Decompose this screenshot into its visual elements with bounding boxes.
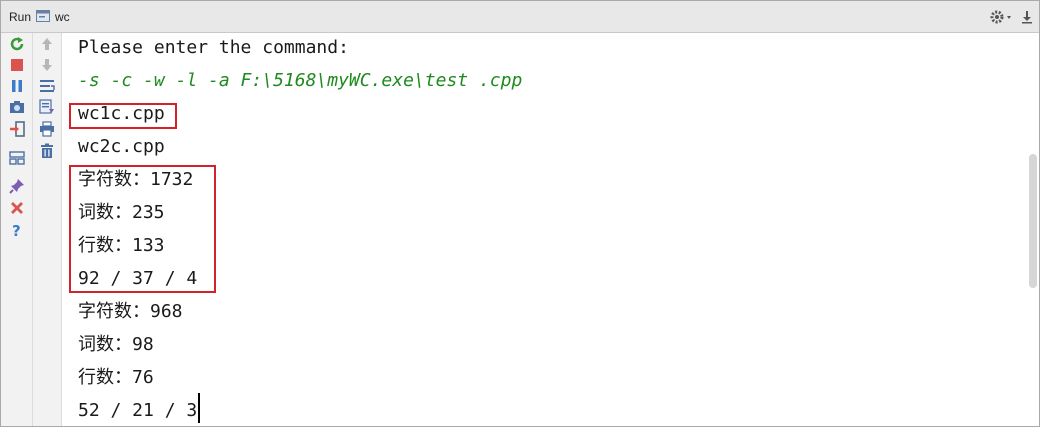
console-actions-toolbar (33, 33, 62, 426)
print-icon[interactable] (39, 121, 55, 137)
layout-icon[interactable] (9, 150, 25, 166)
pause-icon[interactable] (9, 78, 25, 94)
run-config-icon (36, 10, 50, 22)
tool-window-header: Run wc (1, 1, 1039, 33)
highlight-box-filename (69, 103, 177, 129)
console-line: Please enter the command: (78, 37, 349, 58)
run-label: Run (9, 10, 32, 24)
console-line: 词数：98 (78, 334, 154, 355)
stop-icon[interactable] (9, 57, 25, 73)
svg-text:?: ? (12, 222, 21, 238)
camera-icon[interactable] (9, 99, 25, 115)
console-input-line: -s -c -w -l -a F:\5168\myWC.exe\test .cp… (78, 70, 523, 91)
rerun-icon[interactable] (9, 36, 25, 52)
gear-icon[interactable] (989, 9, 1015, 25)
soft-wrap-icon[interactable] (39, 78, 55, 94)
console-line: 行数：76 (78, 367, 154, 388)
console-line: wc2c.cpp (78, 136, 165, 157)
vertical-scrollbar[interactable] (1027, 33, 1039, 426)
scroll-to-end-icon[interactable] (39, 99, 55, 115)
close-icon[interactable] (9, 200, 25, 216)
up-arrow-icon[interactable] (39, 36, 55, 52)
scrollbar-thumb[interactable] (1029, 154, 1037, 288)
hide-window-icon[interactable] (1020, 9, 1034, 25)
text-caret (198, 393, 200, 423)
console-output[interactable]: Please enter the command: -s -c -w -l -a… (62, 33, 1027, 426)
help-icon[interactable]: ? (9, 222, 25, 238)
pin-icon[interactable] (9, 178, 25, 194)
run-config-name[interactable]: wc (55, 10, 70, 24)
console-line: 字符数：968 (78, 301, 183, 322)
exit-icon[interactable] (9, 121, 25, 137)
run-tool-window: Run wc ? Please enter the command: -s -c… (0, 0, 1040, 427)
highlight-box-stats (69, 165, 216, 293)
run-actions-toolbar: ? (1, 33, 33, 426)
console-line: 52 / 21 / 3 (78, 400, 198, 421)
down-arrow-icon[interactable] (39, 57, 55, 73)
trash-icon[interactable] (39, 143, 55, 159)
